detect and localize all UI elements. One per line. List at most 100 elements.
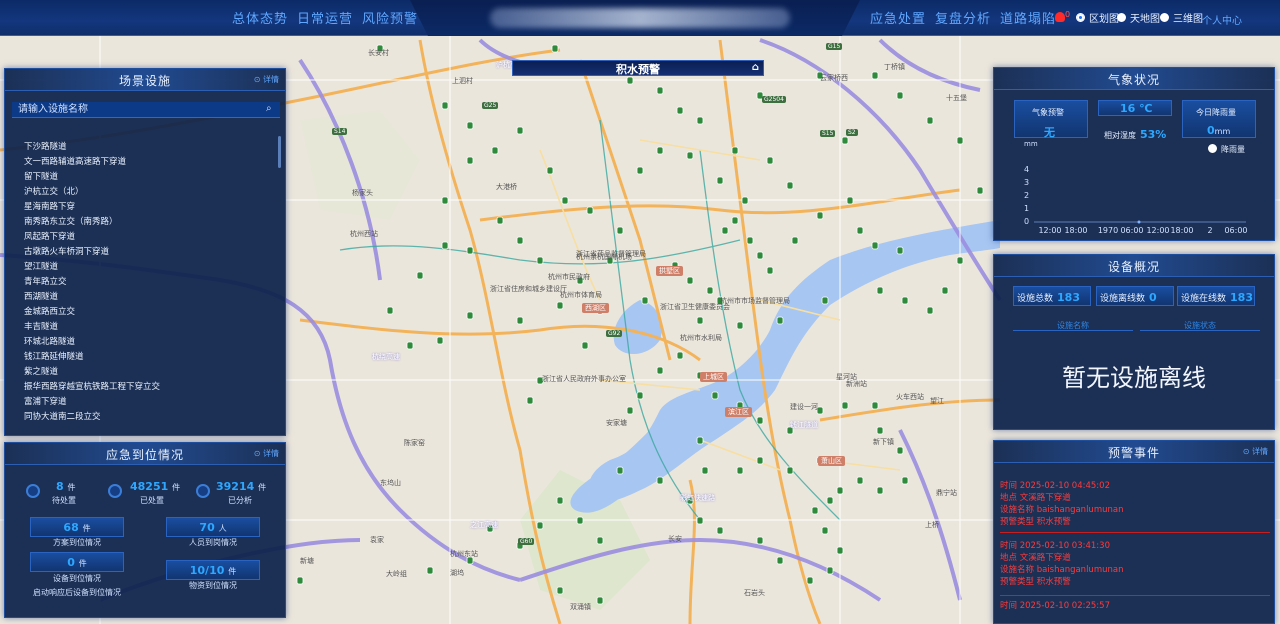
facility-list-item[interactable]: 星海南路下穿 xyxy=(24,200,75,212)
facility-marker-icon[interactable] xyxy=(441,241,449,250)
facility-marker-icon[interactable] xyxy=(876,286,884,295)
facility-marker-icon[interactable] xyxy=(686,276,694,285)
facility-list-item[interactable]: 南秀路东立交（南秀路） xyxy=(24,215,118,227)
rainfall-chart[interactable]: mm43210 12:00 18:00 1970 06:00 12:00 18:00 2 06… xyxy=(1014,140,1264,238)
facility-list-item[interactable]: 古墩路火车桥洞下穿道 xyxy=(24,245,109,257)
facility-marker-icon[interactable] xyxy=(516,316,524,325)
facility-marker-icon[interactable] xyxy=(636,166,644,175)
facility-marker-icon[interactable] xyxy=(821,296,829,305)
facility-marker-icon[interactable] xyxy=(696,116,704,125)
search-icon[interactable]: ⌕ xyxy=(266,103,272,114)
facility-marker-icon[interactable] xyxy=(656,366,664,375)
facility-marker-icon[interactable] xyxy=(596,596,604,605)
facility-list-item[interactable]: 同协大道南二段立交 xyxy=(24,410,101,422)
facility-marker-icon[interactable] xyxy=(786,181,794,190)
facility-list-item[interactable]: 下沙路隧道 xyxy=(24,140,67,152)
facility-list-item[interactable]: 文一西路辅道高速路下穿道 xyxy=(24,155,126,167)
warning-event-item[interactable]: 时间 2025-02-10 04:45:02 地点 文溪路下穿道 设施名称 ba… xyxy=(1000,480,1270,533)
nav-overall-situation[interactable]: 总体态势 xyxy=(232,8,288,27)
facility-marker-icon[interactable] xyxy=(746,236,754,245)
nav-risk-warning[interactable]: 风险预警 xyxy=(362,8,418,27)
facility-marker-icon[interactable] xyxy=(776,556,784,565)
facility-marker-icon[interactable] xyxy=(766,266,774,275)
facility-marker-icon[interactable] xyxy=(676,106,684,115)
facility-list-item[interactable]: 青年路立交 xyxy=(24,275,67,287)
facility-marker-icon[interactable] xyxy=(941,286,949,295)
facility-list-item[interactable]: 西湖隧道 xyxy=(24,290,58,302)
facility-marker-icon[interactable] xyxy=(296,576,304,585)
facility-list-item[interactable]: 望江隧道 xyxy=(24,260,58,272)
facility-marker-icon[interactable] xyxy=(841,136,849,145)
facility-list-item[interactable]: 钱江路延伸隧道 xyxy=(24,350,84,362)
facility-marker-icon[interactable] xyxy=(896,446,904,455)
facility-marker-icon[interactable] xyxy=(441,196,449,205)
facility-marker-icon[interactable] xyxy=(926,306,934,315)
facility-marker-icon[interactable] xyxy=(731,146,739,155)
facility-marker-icon[interactable] xyxy=(656,146,664,155)
home-icon[interactable]: ⌂ xyxy=(752,62,759,73)
maptype-tianditu[interactable]: 天地图 xyxy=(1117,10,1160,25)
facility-marker-icon[interactable] xyxy=(696,436,704,445)
facility-list-item[interactable]: 沪杭立交（北） xyxy=(24,185,84,197)
facility-marker-icon[interactable] xyxy=(871,401,879,410)
facility-marker-icon[interactable] xyxy=(716,526,724,535)
nav-emergency-response[interactable]: 应急处置 xyxy=(870,8,926,27)
facility-marker-icon[interactable] xyxy=(556,496,564,505)
facility-marker-icon[interactable] xyxy=(701,466,709,475)
facility-marker-icon[interactable] xyxy=(436,336,444,345)
facility-marker-icon[interactable] xyxy=(536,521,544,530)
facility-marker-icon[interactable] xyxy=(806,576,814,585)
facility-marker-icon[interactable] xyxy=(896,91,904,100)
facility-search-input[interactable] xyxy=(12,102,280,118)
facility-marker-icon[interactable] xyxy=(821,526,829,535)
facility-marker-icon[interactable] xyxy=(716,176,724,185)
facility-marker-icon[interactable] xyxy=(656,86,664,95)
facility-marker-icon[interactable] xyxy=(901,296,909,305)
facility-marker-icon[interactable] xyxy=(756,536,764,545)
facility-marker-icon[interactable] xyxy=(721,226,729,235)
facility-marker-icon[interactable] xyxy=(836,486,844,495)
nav-daily-operation[interactable]: 日常运营 xyxy=(297,8,353,27)
facility-marker-icon[interactable] xyxy=(711,391,719,400)
facility-marker-icon[interactable] xyxy=(696,316,704,325)
facility-marker-icon[interactable] xyxy=(871,71,879,80)
facility-list-item[interactable]: 凤起路下穿道 xyxy=(24,230,75,242)
facility-marker-icon[interactable] xyxy=(616,466,624,475)
warning-event-item[interactable]: 时间 2025-02-10 03:41:30 地点 文溪路下穿道 设施名称 ba… xyxy=(1000,540,1270,596)
tab-device-name[interactable]: 设施名称 xyxy=(1013,320,1133,331)
facility-marker-icon[interactable] xyxy=(561,196,569,205)
facility-marker-icon[interactable] xyxy=(581,341,589,350)
facility-marker-icon[interactable] xyxy=(836,546,844,555)
facility-marker-icon[interactable] xyxy=(731,216,739,225)
facility-marker-icon[interactable] xyxy=(756,456,764,465)
facility-marker-icon[interactable] xyxy=(386,306,394,315)
facility-marker-icon[interactable] xyxy=(736,321,744,330)
emergency-detail-link[interactable]: ⊙ 详情 xyxy=(254,448,279,459)
facility-marker-icon[interactable] xyxy=(551,44,559,53)
facility-marker-icon[interactable] xyxy=(636,391,644,400)
facility-detail-link[interactable]: ⊙ 详情 xyxy=(254,74,279,85)
facility-marker-icon[interactable] xyxy=(466,156,474,165)
warning-event-item[interactable]: 时间 2025-02-10 02:25:57 xyxy=(1000,600,1270,612)
facility-marker-icon[interactable] xyxy=(976,186,984,195)
facility-marker-icon[interactable] xyxy=(811,506,819,515)
facility-marker-icon[interactable] xyxy=(926,116,934,125)
facility-list-scrollbar[interactable] xyxy=(278,136,281,168)
nav-review-analysis[interactable]: 复盘分析 xyxy=(935,8,991,27)
user-center-link[interactable]: 个人中心 xyxy=(1202,12,1242,27)
facility-marker-icon[interactable] xyxy=(901,476,909,485)
facility-marker-icon[interactable] xyxy=(956,256,964,265)
facility-marker-icon[interactable] xyxy=(546,166,554,175)
facility-marker-icon[interactable] xyxy=(616,226,624,235)
facility-marker-icon[interactable] xyxy=(846,196,854,205)
facility-marker-icon[interactable] xyxy=(556,586,564,595)
facility-marker-icon[interactable] xyxy=(586,206,594,215)
facility-marker-icon[interactable] xyxy=(956,136,964,145)
facility-marker-icon[interactable] xyxy=(466,246,474,255)
facility-marker-icon[interactable] xyxy=(596,536,604,545)
facility-marker-icon[interactable] xyxy=(426,566,434,575)
facility-marker-icon[interactable] xyxy=(686,151,694,160)
facility-list-item[interactable]: 丰吉隧道 xyxy=(24,320,58,332)
facility-marker-icon[interactable] xyxy=(766,156,774,165)
facility-marker-icon[interactable] xyxy=(626,406,634,415)
